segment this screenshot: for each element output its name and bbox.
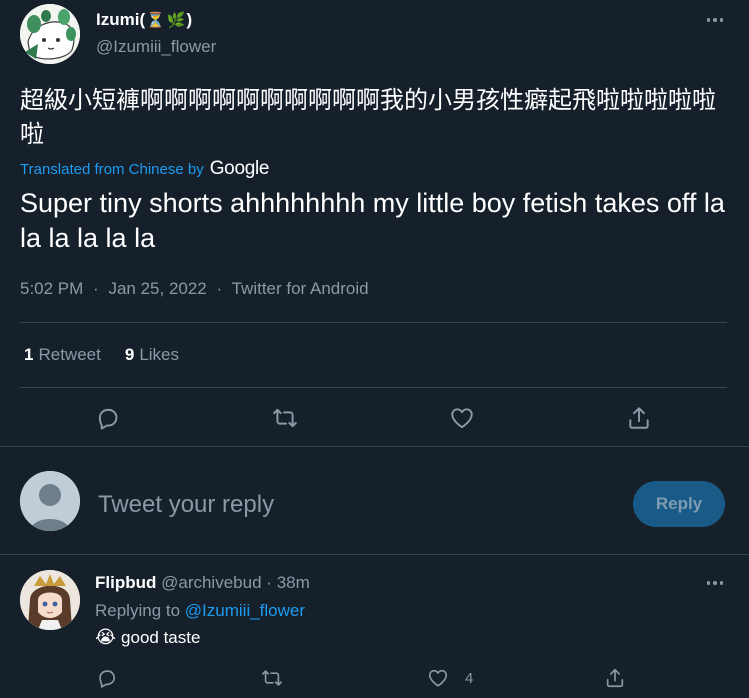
- reply-like-count: 4: [465, 670, 474, 687]
- herb-icon: 🌿: [166, 12, 186, 29]
- author-name[interactable]: Izumi( ⏳ 🌿 ): [96, 10, 192, 30]
- translation-attribution: Translated from Chinese by Google: [20, 158, 269, 180]
- reply-body: 😭 good taste: [95, 627, 200, 648]
- like-icon[interactable]: [424, 664, 452, 692]
- hourglass-icon: ⏳: [146, 12, 165, 29]
- default-avatar-icon[interactable]: [20, 471, 80, 531]
- reply-text: good taste: [121, 627, 201, 647]
- tweet-date[interactable]: Jan 25, 2022: [108, 279, 206, 298]
- tweet-stats: 1 Retweet 9 Likes: [24, 345, 203, 365]
- likes-stat[interactable]: 9 Likes: [125, 345, 179, 365]
- share-icon[interactable]: [601, 664, 629, 692]
- reply-icon[interactable]: [94, 404, 122, 432]
- author-name-text: Izumi(: [96, 10, 146, 29]
- tweet-client[interactable]: Twitter for Android: [232, 279, 369, 298]
- meta-separator: ·: [93, 279, 99, 298]
- retweets-label: Retweet: [38, 345, 101, 364]
- tweet-translated-text: Super tiny shorts ahhhhhhhh my little bo…: [20, 188, 725, 253]
- reply-button[interactable]: Reply: [633, 481, 725, 527]
- like-icon[interactable]: [448, 404, 476, 432]
- divider: [0, 554, 749, 555]
- author-handle[interactable]: @Izumiii_flower: [96, 37, 216, 57]
- divider: [0, 446, 749, 447]
- reply-author-name[interactable]: Flipbud: [95, 573, 156, 592]
- retweet-icon[interactable]: [271, 404, 299, 432]
- retweets-stat[interactable]: 1 Retweet: [24, 345, 101, 365]
- reply-header: Flipbud @archivebud · 38m: [95, 573, 310, 593]
- replying-to-mention[interactable]: @Izumiii_flower: [185, 601, 305, 620]
- translated-from-label[interactable]: Translated from Chinese by: [20, 161, 204, 178]
- replying-to-label: Replying to: [95, 601, 181, 620]
- google-logo: Google: [209, 158, 270, 179]
- reply-separator: ·: [266, 573, 272, 592]
- likes-label: Likes: [139, 345, 179, 364]
- share-icon[interactable]: [625, 404, 653, 432]
- more-dots-icon[interactable]: [700, 10, 730, 30]
- reply-time[interactable]: 38m: [277, 573, 310, 592]
- reply-author-avatar[interactable]: [20, 570, 80, 630]
- reply-author-handle[interactable]: @archivebud: [161, 573, 261, 592]
- more-dots-icon[interactable]: [700, 573, 730, 593]
- author-name-suffix: ): [186, 10, 193, 29]
- avatar-illustration-icon: [20, 4, 80, 64]
- retweets-count: 1: [24, 345, 34, 364]
- reply-input[interactable]: [96, 484, 620, 526]
- crying-face-icon: 😭: [95, 627, 117, 647]
- retweet-icon[interactable]: [258, 664, 286, 692]
- reply-icon[interactable]: [93, 664, 121, 692]
- likes-count: 9: [124, 345, 135, 364]
- meta-separator: ·: [216, 279, 223, 298]
- tweet-time[interactable]: 5:02 PM: [20, 279, 83, 298]
- replying-to: Replying to @Izumiii_flower: [95, 601, 305, 621]
- tweet-original-text: 超級小短褲啊啊啊啊啊啊啊啊啊啊我的小男孩性癖起飛啦啦啦啦啦啦: [20, 86, 716, 148]
- author-avatar[interactable]: [20, 4, 80, 64]
- divider: [20, 322, 727, 323]
- divider: [20, 387, 727, 388]
- tweet-metadata: 5:02 PM · Jan 25, 2022 · Twitter for And…: [20, 279, 369, 299]
- anime-avatar-icon: [20, 570, 80, 630]
